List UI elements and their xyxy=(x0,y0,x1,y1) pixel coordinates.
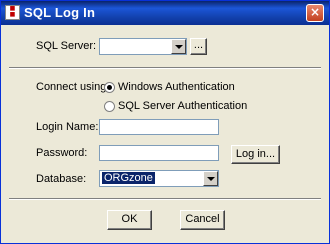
windows-auth-label[interactable]: Windows Authentication xyxy=(118,81,235,93)
connect-using-label: Connect using: xyxy=(36,81,110,93)
login-name-label: Login Name: xyxy=(36,121,99,133)
db-icon: ■ ■ xyxy=(5,5,20,20)
chevron-down-icon[interactable] xyxy=(203,171,218,186)
close-button[interactable]: × xyxy=(306,4,324,22)
sql-login-dialog: ■ ■ SQL Log In × SQL Server: ... Connect … xyxy=(0,0,330,244)
database-select[interactable]: ORGzone xyxy=(99,170,219,187)
sql-server-label: SQL Server: xyxy=(36,40,97,52)
sql-auth-label[interactable]: SQL Server Authentication xyxy=(118,100,247,112)
database-value: ORGzone xyxy=(102,172,155,184)
log-in-button[interactable]: Log in... xyxy=(231,145,280,164)
separator xyxy=(9,67,321,69)
title-bar[interactable]: ■ ■ SQL Log In × xyxy=(1,1,329,25)
password-label: Password: xyxy=(36,147,88,159)
password-field[interactable] xyxy=(99,145,219,161)
chevron-down-icon[interactable] xyxy=(171,39,186,54)
login-name-field[interactable] xyxy=(99,119,219,135)
ok-button[interactable]: OK xyxy=(107,210,152,230)
database-label: Database: xyxy=(36,173,87,185)
separator xyxy=(9,198,321,200)
browse-server-button[interactable]: ... xyxy=(190,38,207,55)
sql-server-combo[interactable] xyxy=(99,38,187,55)
window-title: SQL Log In xyxy=(24,5,96,20)
radio-sql-auth[interactable] xyxy=(104,101,115,112)
cancel-button[interactable]: Cancel xyxy=(180,210,225,230)
radio-windows-auth[interactable] xyxy=(104,82,115,93)
